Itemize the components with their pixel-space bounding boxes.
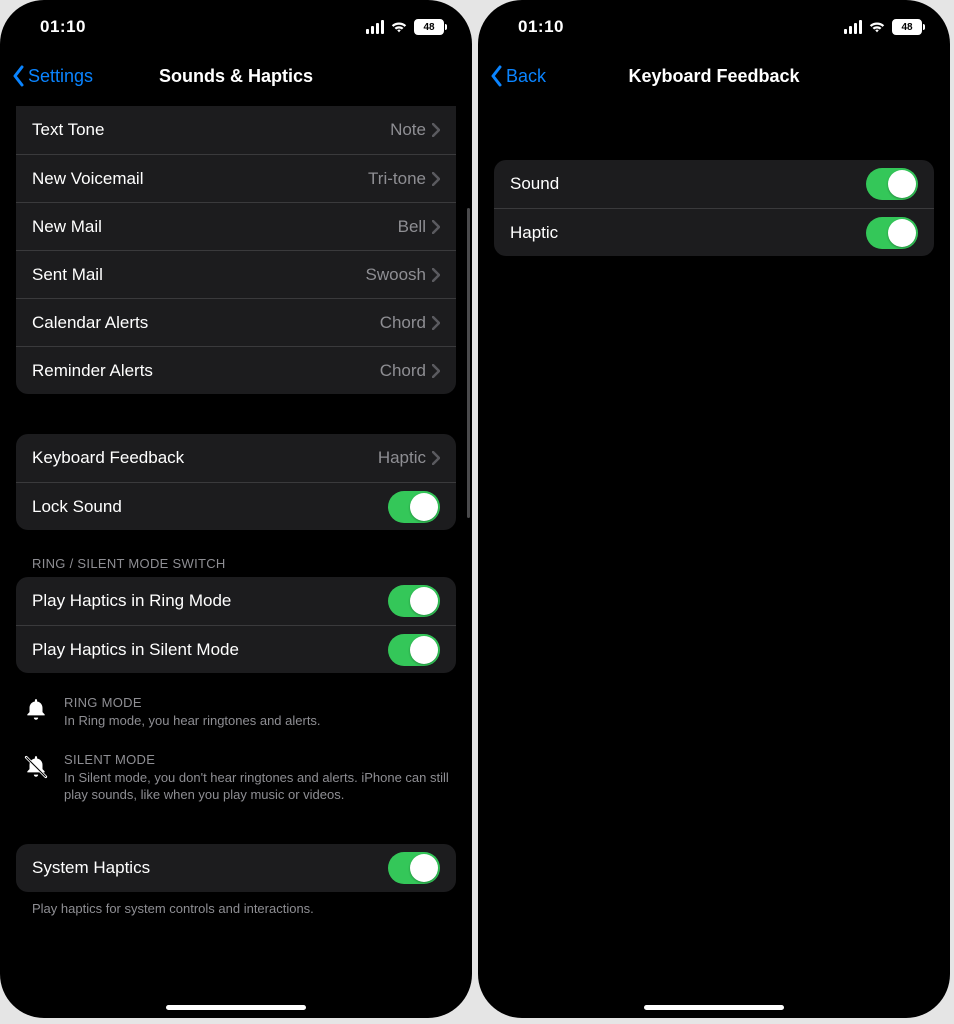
chevron-right-icon xyxy=(432,172,440,186)
row-lock-sound: Lock Sound xyxy=(16,482,456,530)
row-value: Bell xyxy=(398,217,426,237)
row-value: Tri-tone xyxy=(368,169,426,189)
tones-group: Text Tone Note New Voicemail Tri-tone Ne… xyxy=(16,106,456,394)
row-label: Reminder Alerts xyxy=(32,361,380,381)
system-haptics-footer: Play haptics for system controls and int… xyxy=(32,900,440,918)
chevron-right-icon xyxy=(432,451,440,465)
row-label: New Voicemail xyxy=(32,169,368,189)
wifi-icon xyxy=(868,20,886,34)
page-title: Keyboard Feedback xyxy=(478,66,950,87)
row-value: Note xyxy=(390,120,426,140)
row-label: Play Haptics in Silent Mode xyxy=(32,640,388,660)
phone-keyboard-feedback: 01:10 48 Back Keyboard Feedback Sound Ha… xyxy=(478,0,950,1018)
home-indicator[interactable] xyxy=(166,1005,306,1010)
row-label: Sent Mail xyxy=(32,265,366,285)
keyboard-feedback-group: Sound Haptic xyxy=(494,160,934,256)
silent-mode-info: SILENT MODE In Silent mode, you don't he… xyxy=(22,752,450,804)
status-indicators: 48 xyxy=(366,19,444,35)
back-button[interactable]: Back xyxy=(490,65,546,87)
home-indicator[interactable] xyxy=(644,1005,784,1010)
ring-silent-group: Play Haptics in Ring Mode Play Haptics i… xyxy=(16,577,456,673)
keyboard-lock-group: Keyboard Feedback Haptic Lock Sound xyxy=(16,434,456,530)
row-value: Chord xyxy=(380,361,426,381)
system-haptics-group: System Haptics xyxy=(16,844,456,892)
lock-sound-switch[interactable] xyxy=(388,491,440,523)
back-button[interactable]: Settings xyxy=(12,65,93,87)
nav-bar: Settings Sounds & Haptics xyxy=(0,54,472,98)
row-new-voicemail[interactable]: New Voicemail Tri-tone xyxy=(16,154,456,202)
row-label: Lock Sound xyxy=(32,497,388,517)
row-sound: Sound xyxy=(494,160,934,208)
battery-icon: 48 xyxy=(414,19,444,35)
row-value: Swoosh xyxy=(366,265,426,285)
silent-mode-desc: In Silent mode, you don't hear ringtones… xyxy=(64,769,450,804)
back-label: Back xyxy=(506,66,546,87)
haptic-switch[interactable] xyxy=(866,217,918,249)
silent-mode-title: SILENT MODE xyxy=(64,752,450,767)
row-text-tone[interactable]: Text Tone Note xyxy=(16,106,456,154)
back-label: Settings xyxy=(28,66,93,87)
chevron-right-icon xyxy=(432,268,440,282)
scroll-indicator[interactable] xyxy=(467,208,470,518)
battery-icon: 48 xyxy=(892,19,922,35)
row-value: Chord xyxy=(380,313,426,333)
row-value: Haptic xyxy=(378,448,426,468)
system-haptics-switch[interactable] xyxy=(388,852,440,884)
chevron-right-icon xyxy=(432,316,440,330)
row-system-haptics: System Haptics xyxy=(16,844,456,892)
nav-bar: Back Keyboard Feedback xyxy=(478,54,950,98)
row-label: Play Haptics in Ring Mode xyxy=(32,591,388,611)
status-time: 01:10 xyxy=(40,17,86,37)
cellular-icon xyxy=(366,20,384,34)
status-bar: 01:10 48 xyxy=(0,0,472,54)
chevron-right-icon xyxy=(432,220,440,234)
chevron-right-icon xyxy=(432,123,440,137)
status-time: 01:10 xyxy=(518,17,564,37)
chevron-left-icon xyxy=(12,65,26,87)
phone-sounds-haptics: 01:10 48 Settings Sounds & Haptics Text … xyxy=(0,0,472,1018)
settings-content: Text Tone Note New Voicemail Tri-tone Ne… xyxy=(0,98,472,1018)
row-keyboard-feedback[interactable]: Keyboard Feedback Haptic xyxy=(16,434,456,482)
battery-level: 48 xyxy=(423,22,434,33)
row-calendar-alerts[interactable]: Calendar Alerts Chord xyxy=(16,298,456,346)
row-sent-mail[interactable]: Sent Mail Swoosh xyxy=(16,250,456,298)
row-reminder-alerts[interactable]: Reminder Alerts Chord xyxy=(16,346,456,394)
settings-content: Sound Haptic xyxy=(478,98,950,1018)
row-new-mail[interactable]: New Mail Bell xyxy=(16,202,456,250)
chevron-right-icon xyxy=(432,364,440,378)
haptics-ring-switch[interactable] xyxy=(388,585,440,617)
ring-mode-desc: In Ring mode, you hear ringtones and ale… xyxy=(64,712,321,730)
row-label: Keyboard Feedback xyxy=(32,448,378,468)
row-label: New Mail xyxy=(32,217,398,237)
haptics-silent-switch[interactable] xyxy=(388,634,440,666)
status-bar: 01:10 48 xyxy=(478,0,950,54)
cellular-icon xyxy=(844,20,862,34)
row-label: System Haptics xyxy=(32,858,388,878)
ring-mode-info: RING MODE In Ring mode, you hear rington… xyxy=(22,695,450,730)
row-label: Text Tone xyxy=(32,120,390,140)
row-haptics-ring-mode: Play Haptics in Ring Mode xyxy=(16,577,456,625)
row-label: Calendar Alerts xyxy=(32,313,380,333)
chevron-left-icon xyxy=(490,65,504,87)
row-label: Haptic xyxy=(510,223,866,243)
row-label: Sound xyxy=(510,174,866,194)
battery-level: 48 xyxy=(901,22,912,33)
ring-mode-title: RING MODE xyxy=(64,695,321,710)
bell-icon xyxy=(22,697,50,725)
status-indicators: 48 xyxy=(844,19,922,35)
row-haptics-silent-mode: Play Haptics in Silent Mode xyxy=(16,625,456,673)
row-haptic: Haptic xyxy=(494,208,934,256)
sound-switch[interactable] xyxy=(866,168,918,200)
ring-silent-section-header: RING / SILENT MODE SWITCH xyxy=(32,556,456,571)
bell-slash-icon xyxy=(22,754,50,782)
wifi-icon xyxy=(390,20,408,34)
